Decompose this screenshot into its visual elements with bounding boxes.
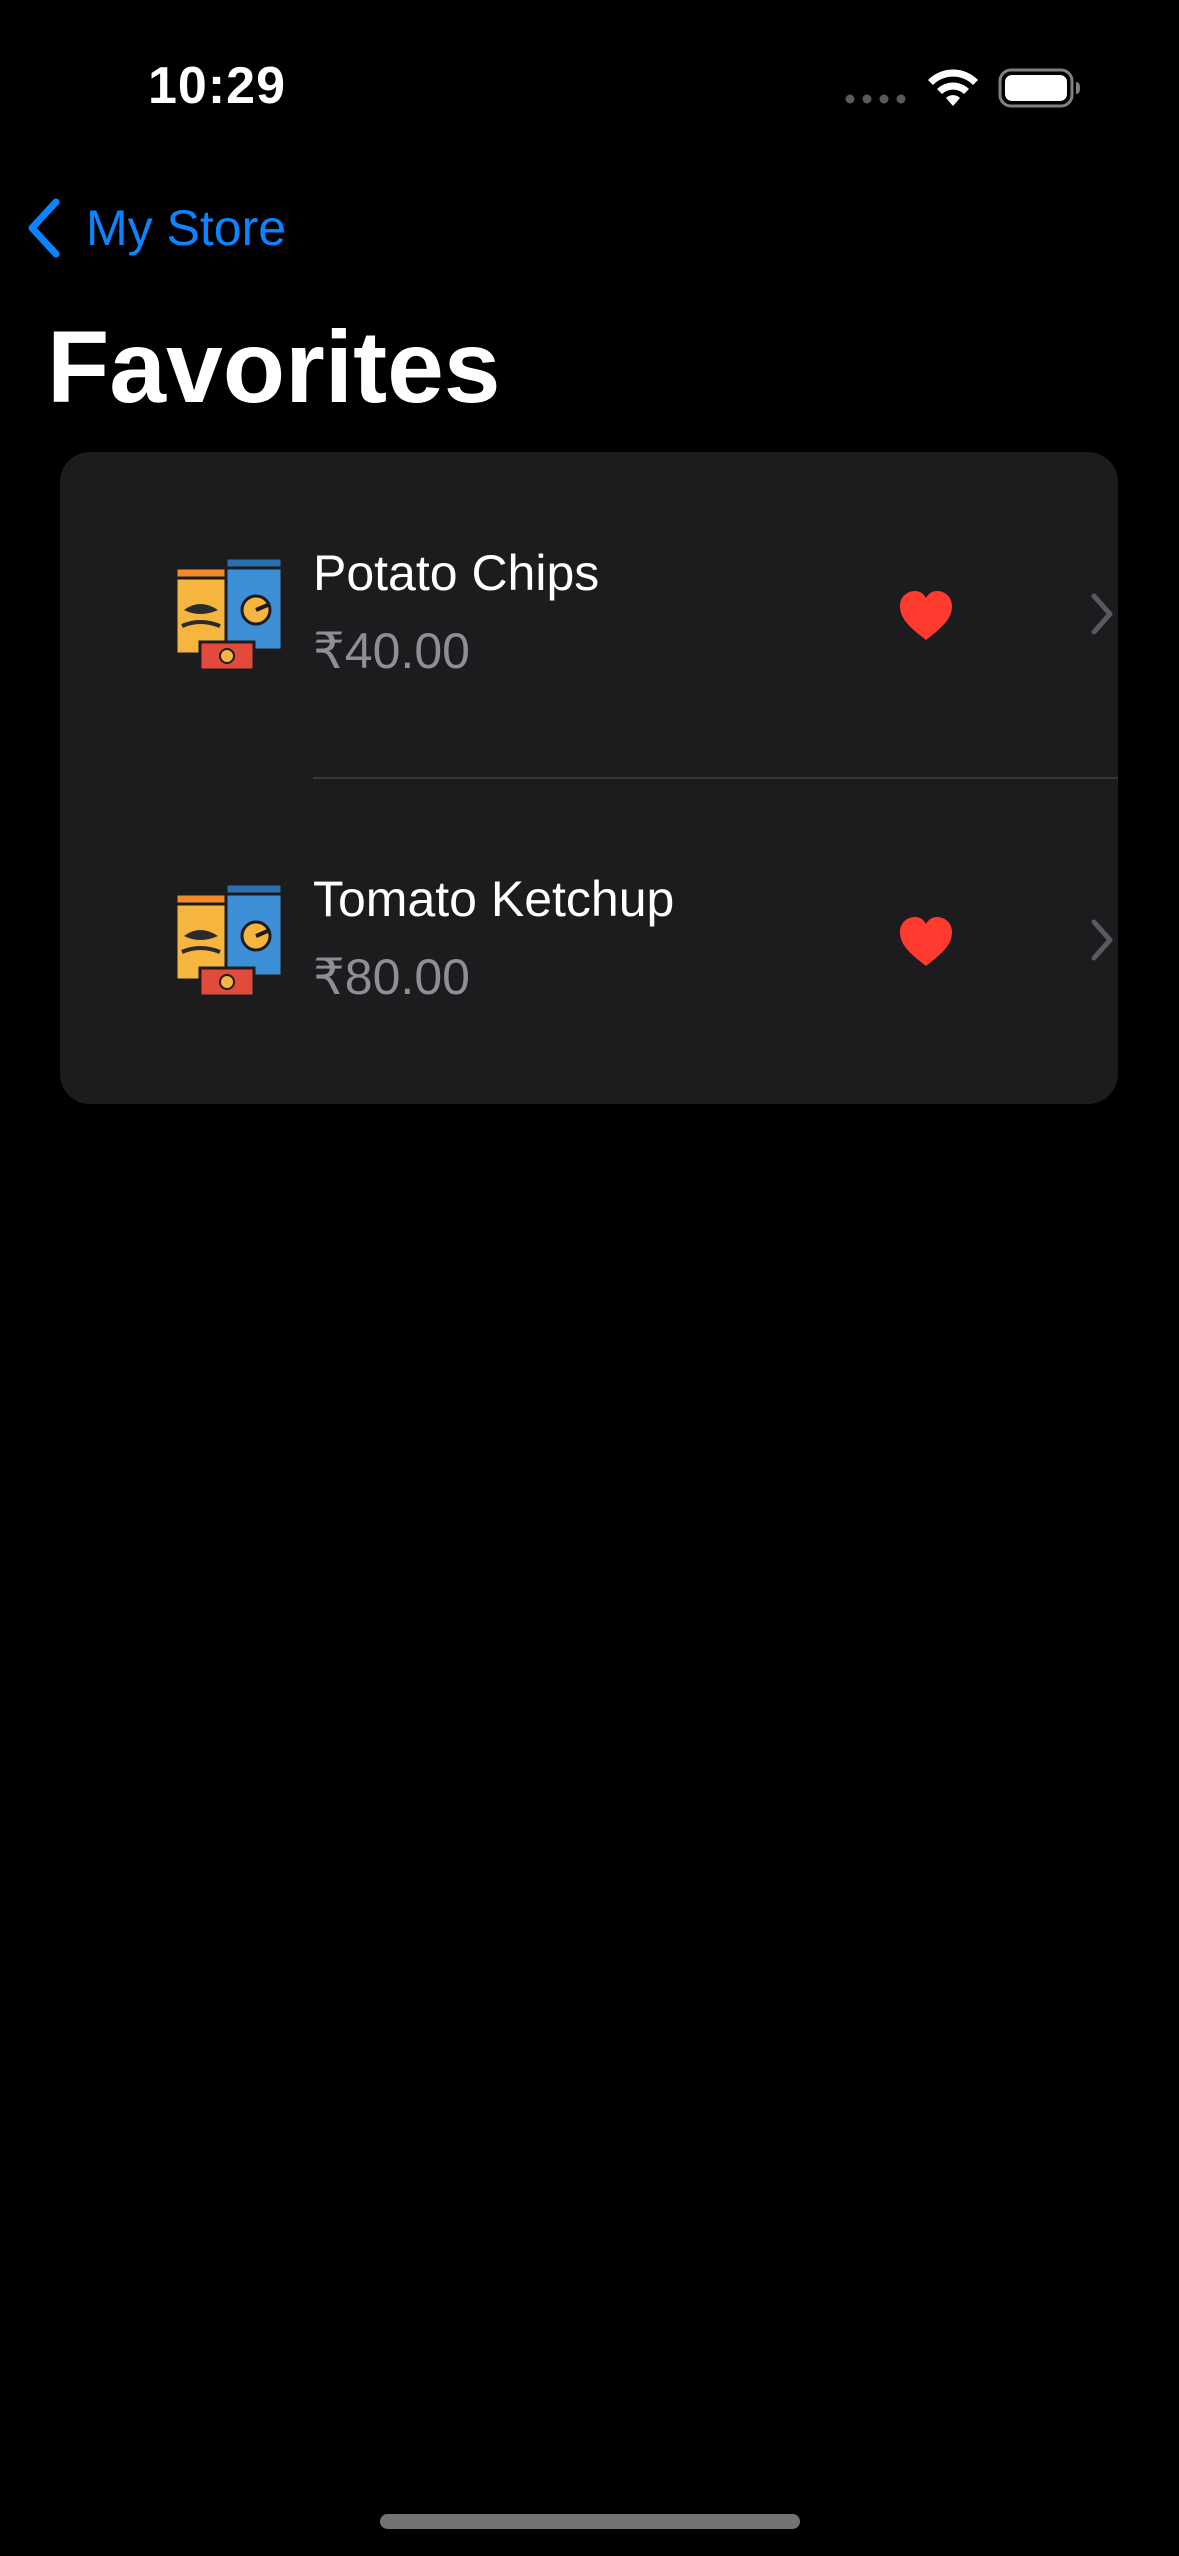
snack-bags-icon <box>174 556 284 672</box>
product-price: ₹80.00 <box>313 949 470 1005</box>
heart-icon[interactable] <box>898 590 954 642</box>
status-bar: 10:29 <box>0 0 1179 170</box>
favorites-list: Potato Chips ₹40.00 Tomato Ketchup ₹80.0… <box>60 452 1118 1104</box>
heart-icon[interactable] <box>898 916 954 968</box>
wifi-icon <box>928 69 978 106</box>
product-name: Tomato Ketchup <box>313 871 675 927</box>
page-title: Favorites <box>47 310 501 424</box>
chevron-right-icon <box>1091 919 1113 961</box>
battery-icon <box>998 68 1080 108</box>
signal-dots-icon <box>845 94 906 104</box>
product-price: ₹40.00 <box>313 623 470 679</box>
chevron-right-icon <box>1091 593 1113 635</box>
back-button-label: My Store <box>86 200 287 256</box>
back-button[interactable]: My Store <box>24 190 286 266</box>
home-indicator[interactable] <box>380 2514 800 2529</box>
product-name: Potato Chips <box>313 545 600 601</box>
list-item[interactable]: Tomato Ketchup ₹80.00 <box>60 778 1118 1104</box>
chevron-left-icon <box>28 198 60 258</box>
status-time: 10:29 <box>148 57 286 115</box>
list-item[interactable]: Potato Chips ₹40.00 <box>60 452 1118 778</box>
snack-bags-icon <box>174 882 284 998</box>
